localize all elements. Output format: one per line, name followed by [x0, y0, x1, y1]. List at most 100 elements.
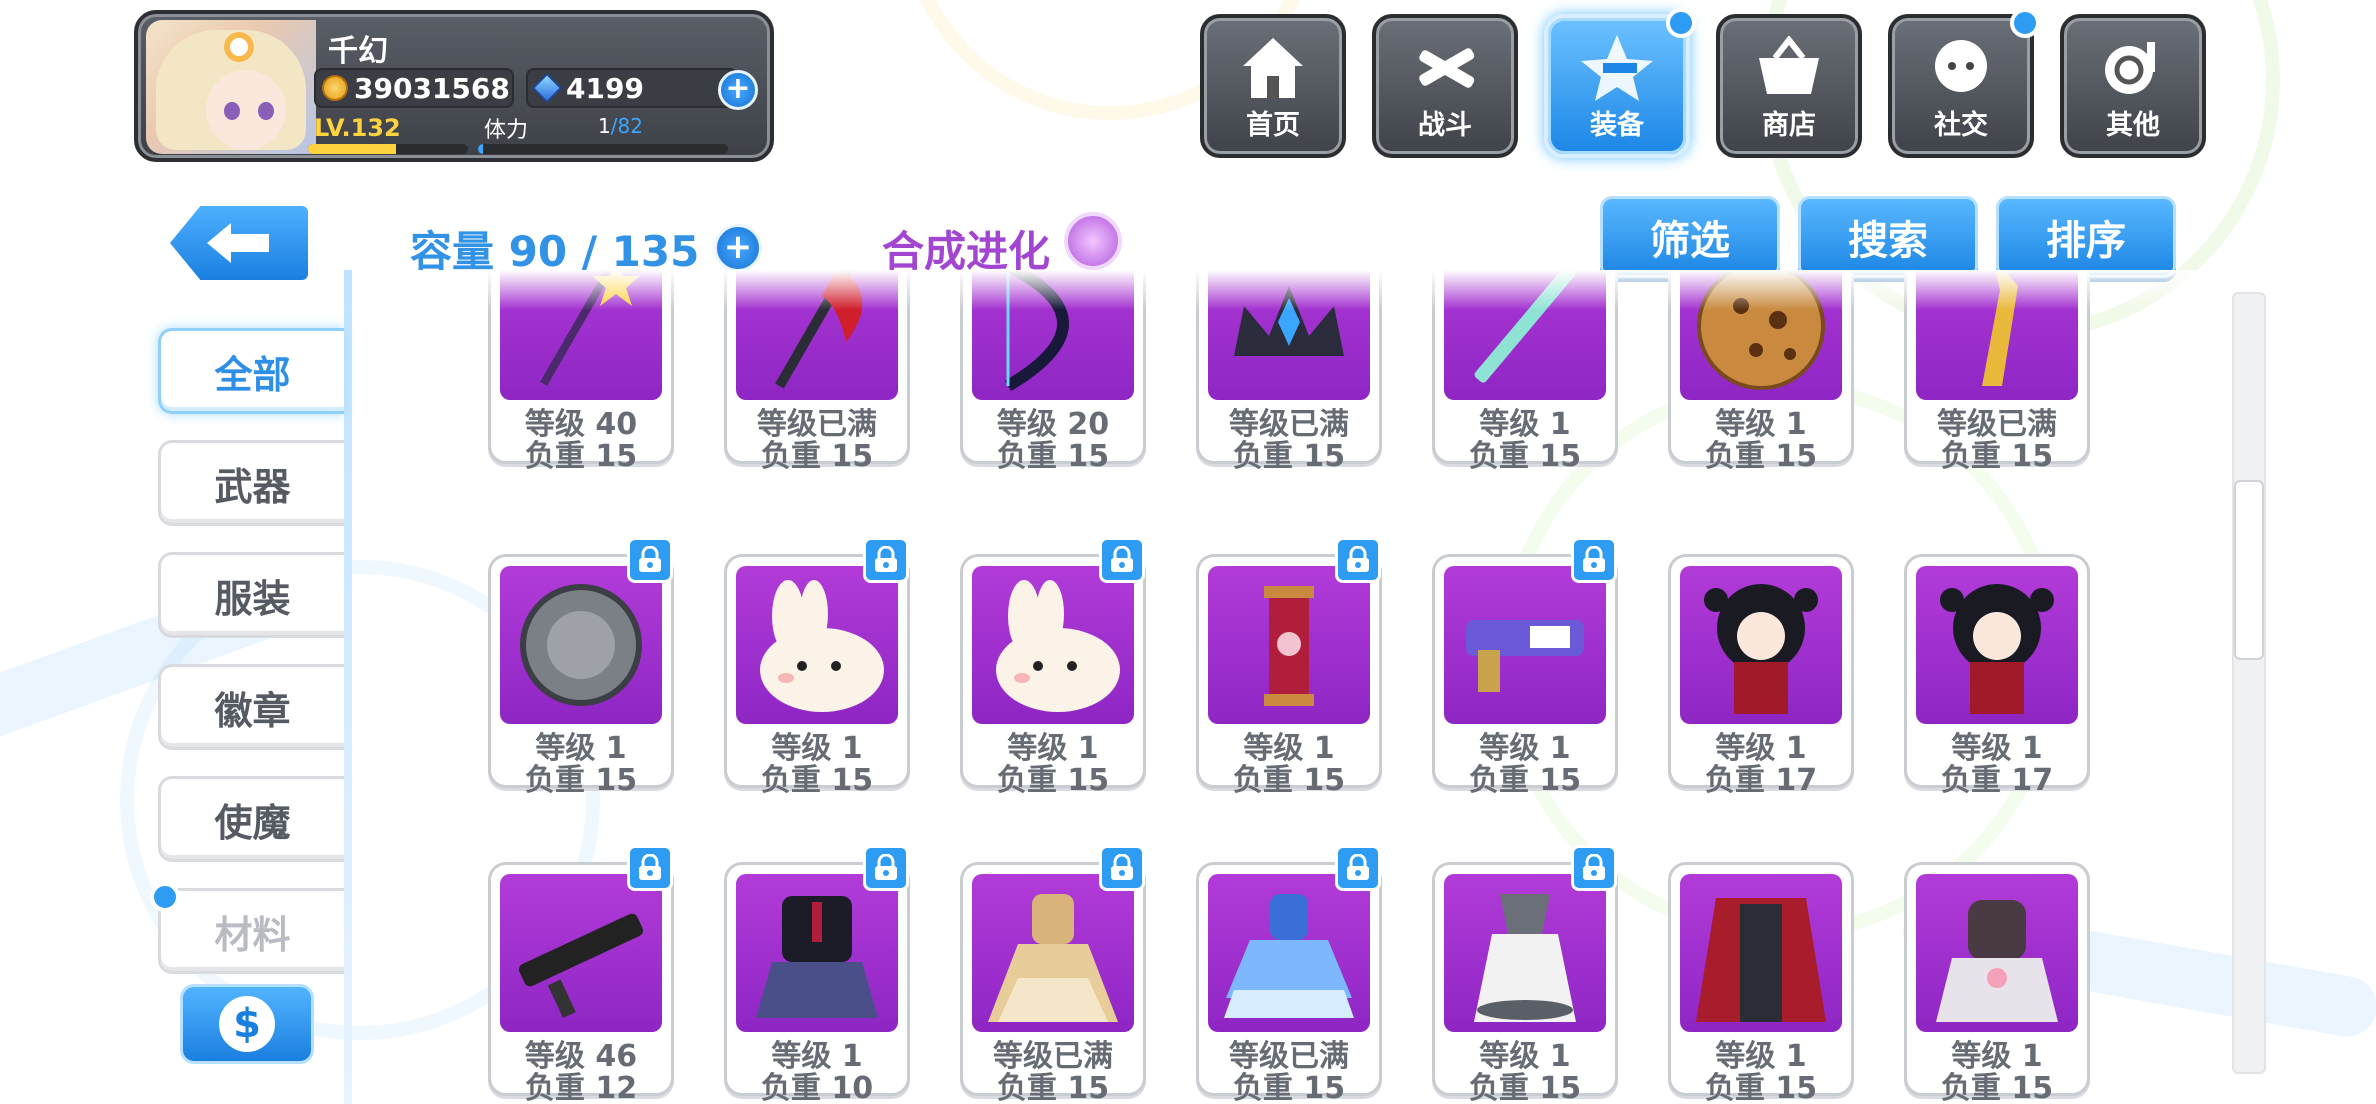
sort-button[interactable]: 排序	[1996, 196, 2176, 278]
stamina-progress-bar	[478, 144, 728, 154]
inventory-item[interactable]: 等级已满 负重 15	[960, 845, 1146, 1104]
item-weight: 负重 15	[996, 439, 1110, 474]
nav-label: 其他	[2106, 110, 2160, 141]
main-navigation: 首页 战斗 装备 商店 社交 其他	[1200, 8, 2206, 158]
inventory-grid[interactable]: 等级 40 负重 15 等级已满 负重 15 等级 20 负重 15 等级已满 负重 15 等级…	[352, 270, 2232, 1104]
category-tab[interactable]: 全部	[158, 328, 344, 414]
category-tab[interactable]: 使魔	[158, 776, 344, 862]
inventory-item[interactable]: 等级 1 负重 17	[1668, 554, 1854, 798]
notification-dot	[150, 882, 180, 912]
notification-dot	[1666, 8, 1696, 38]
gold-coin-icon	[322, 75, 348, 101]
add-currency-button[interactable]: +	[718, 70, 758, 110]
item-weight: 负重 15	[1704, 1071, 1818, 1104]
category-tab[interactable]: 材料	[158, 888, 344, 974]
item-weight: 负重 15	[1940, 1071, 2054, 1104]
lock-icon[interactable]	[863, 537, 909, 583]
inventory-item[interactable]: 等级 1 负重 17	[1904, 554, 2090, 798]
item-weight: 负重 15	[1468, 1071, 1582, 1104]
red-cape-outfit-icon	[1680, 874, 1842, 1032]
inventory-item[interactable]: 等级 1 负重 15	[1432, 537, 1618, 798]
inventory-item[interactable]: 等级 1 负重 15	[1432, 845, 1618, 1104]
player-avatar[interactable]	[146, 20, 316, 154]
inventory-item[interactable]: 等级 1 负重 15	[960, 537, 1146, 798]
nav-other-snail-button[interactable]: 其他	[2060, 14, 2206, 158]
nav-battle-swords-button[interactable]: 战斗	[1372, 14, 1518, 158]
player-name: 千幻	[328, 34, 388, 69]
item-weight: 负重 15	[1232, 439, 1346, 474]
other-snail-icon	[2093, 32, 2173, 104]
diamond-gem-icon	[532, 73, 562, 103]
lock-icon[interactable]	[627, 845, 673, 891]
kimono-doll-icon	[1916, 566, 2078, 724]
red-lantern-icon	[1208, 566, 1370, 724]
scrollbar-track[interactable]	[2232, 292, 2266, 1074]
scrollbar-thumb[interactable]	[2234, 480, 2264, 660]
level-progress-bar	[308, 144, 468, 154]
category-tab[interactable]: 武器	[158, 440, 344, 526]
kimono-doll-icon	[1680, 566, 1842, 724]
back-arrow-icon	[207, 223, 269, 263]
lock-icon[interactable]	[863, 845, 909, 891]
lock-icon[interactable]	[1335, 845, 1381, 891]
item-weight: 负重 15	[1468, 439, 1582, 474]
category-tab[interactable]: 服装	[158, 552, 344, 638]
bunny-icon	[972, 566, 1134, 724]
item-weight: 负重 15	[524, 763, 638, 798]
lock-icon[interactable]	[1571, 845, 1617, 891]
social-face-icon	[1921, 32, 2001, 104]
bunny-icon	[736, 566, 898, 724]
nav-shop-basket-button[interactable]: 商店	[1716, 14, 1862, 158]
black-rifle-icon	[500, 874, 662, 1032]
expand-capacity-button[interactable]: +	[714, 224, 762, 272]
item-weight: 负重 15	[1232, 763, 1346, 798]
gem-display: 4199	[526, 68, 738, 108]
lock-icon[interactable]	[627, 537, 673, 583]
lock-icon[interactable]	[1099, 845, 1145, 891]
nav-label: 装备	[1590, 110, 1644, 141]
inventory-item[interactable]: 等级 1 负重 15	[1904, 862, 2090, 1104]
item-weight: 负重 15	[760, 763, 874, 798]
inventory-item[interactable]: 等级 46 负重 12	[488, 845, 674, 1104]
gold-amount: 39031568	[354, 71, 510, 105]
inventory-item[interactable]: 等级已满 负重 15	[1196, 845, 1382, 1104]
equipment-star-gun-icon	[1577, 32, 1657, 104]
lock-icon[interactable]	[1335, 537, 1381, 583]
school-uniform-icon	[736, 874, 898, 1032]
item-weight: 负重 15	[996, 763, 1110, 798]
inventory-item[interactable]: 等级 1 负重 10	[724, 845, 910, 1104]
nav-label: 社交	[1934, 110, 1988, 141]
nav-equipment-star-gun-button[interactable]: 装备	[1544, 8, 1696, 158]
inventory-item[interactable]: 等级 1 负重 15	[724, 537, 910, 798]
item-weight: 负重 17	[1940, 763, 2054, 798]
gold-display: 39031568	[314, 68, 514, 108]
battle-swords-icon	[1405, 32, 1485, 104]
white-dress-icon	[1444, 874, 1606, 1032]
player-profile-panel[interactable]: 千幻 39031568 4199 + LV.132 体力 1/82	[134, 10, 774, 162]
lock-icon[interactable]	[1571, 537, 1617, 583]
sell-button[interactable]: $	[180, 984, 314, 1064]
inventory-item[interactable]: 等级 1 负重 15	[1668, 862, 1854, 1104]
nav-label: 战斗	[1418, 110, 1472, 141]
category-tab[interactable]: 徽章	[158, 664, 344, 750]
search-button[interactable]: 搜索	[1798, 196, 1978, 278]
player-level: LV.132	[314, 114, 401, 142]
fur-coat-outfit-icon	[1916, 874, 2078, 1032]
swirl-evolve-icon[interactable]	[1064, 212, 1122, 270]
filter-button[interactable]: 筛选	[1600, 196, 1780, 278]
nav-social-face-button[interactable]: 社交	[1888, 8, 2040, 158]
nav-home-button[interactable]: 首页	[1200, 14, 1346, 158]
item-weight: 负重 15	[1704, 439, 1818, 474]
item-weight: 负重 15	[524, 439, 638, 474]
notification-dot	[2010, 8, 2040, 38]
inventory-item[interactable]: 等级 1 负重 15	[488, 537, 674, 798]
flower-hairpin-icon	[224, 32, 254, 62]
back-button[interactable]	[170, 206, 308, 280]
lock-icon[interactable]	[1099, 537, 1145, 583]
home-icon	[1233, 32, 1313, 104]
steel-shield-icon	[500, 566, 662, 724]
item-weight: 负重 15	[1232, 1071, 1346, 1104]
item-weight: 负重 15	[1940, 439, 2054, 474]
item-weight: 负重 10	[760, 1071, 874, 1104]
inventory-item[interactable]: 等级 1 负重 15	[1196, 537, 1382, 798]
